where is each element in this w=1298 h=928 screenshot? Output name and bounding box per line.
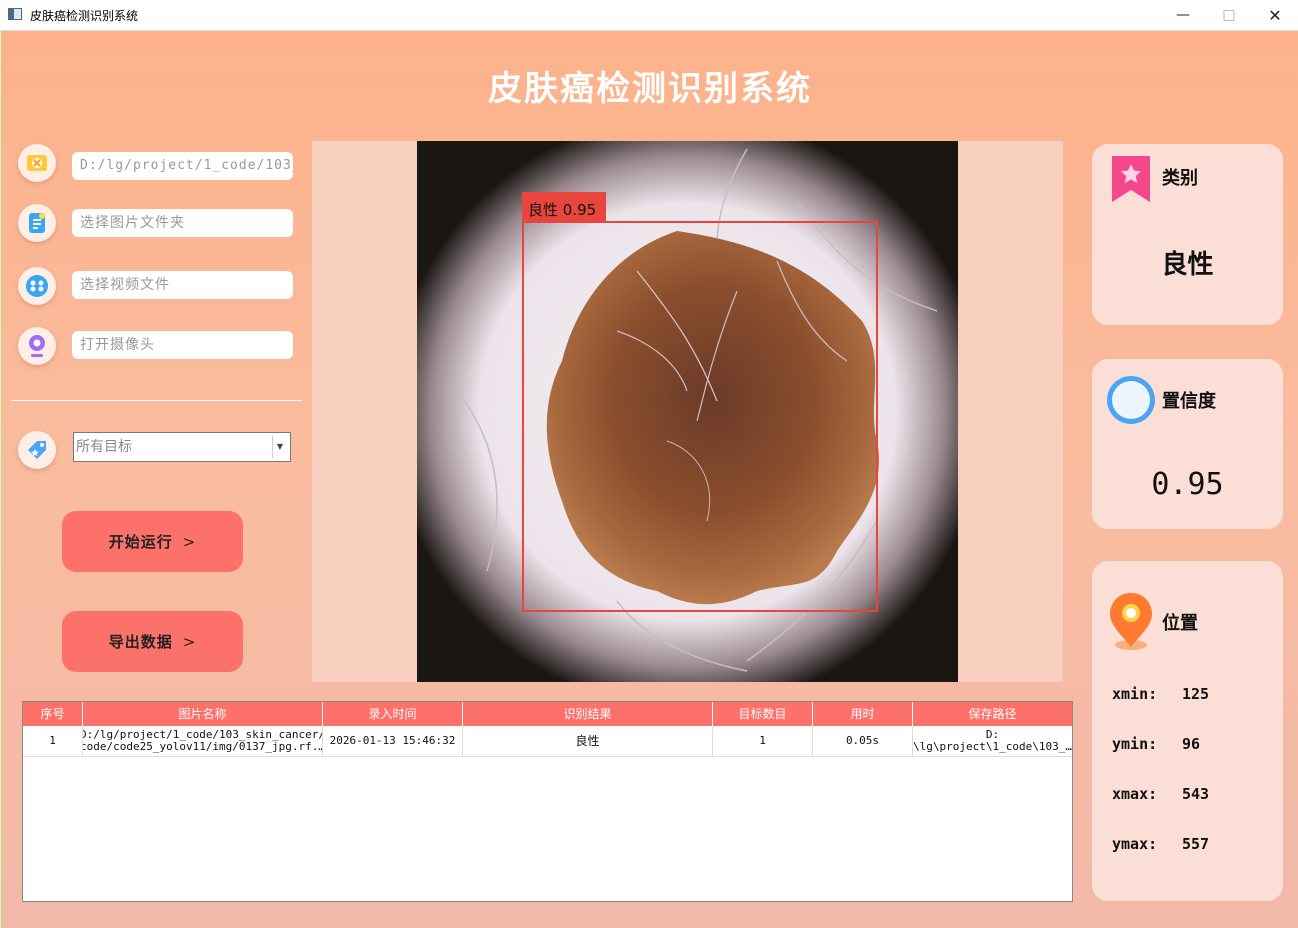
app-icon (8, 8, 22, 20)
ymax-row: ymax: 557 (1112, 835, 1209, 853)
category-card: 类别 良性 (1092, 144, 1283, 325)
sidebar-divider (11, 400, 302, 401)
ymax-label: ymax: (1112, 835, 1158, 853)
table-header: 序号 图片名称 录入时间 识别结果 目标数目 用时 保存路径 (23, 702, 1072, 726)
run-button[interactable]: 开始运行 > (62, 511, 243, 572)
cell-index: 1 (23, 726, 83, 756)
xmin-value: 125 (1182, 685, 1210, 703)
cell-name-line2: code/code25_yolov11/img/0137_jpg.rf.… (83, 740, 323, 753)
col-header-path[interactable]: 保存路径 (913, 702, 1072, 726)
cell-result: 良性 (463, 726, 713, 756)
position-card: 位置 xmin: 125 ymin: 96 xmax: 543 ymax: 557 (1092, 561, 1283, 901)
bookmark-star-icon (1108, 152, 1154, 210)
cell-name: D:/lg/project/1_code/103_skin_cancer/ co… (83, 726, 323, 756)
folder-field[interactable]: 选择图片文件夹 (72, 209, 293, 237)
cell-count: 1 (713, 726, 813, 756)
image-file-icon[interactable] (18, 144, 56, 182)
confidence-card: 置信度 0.95 (1092, 359, 1283, 529)
ymax-value: 557 (1182, 835, 1210, 853)
camera-field[interactable]: 打开摄像头 (72, 331, 293, 359)
position-title: 位置 (1162, 613, 1198, 634)
col-header-name[interactable]: 图片名称 (83, 702, 323, 726)
xmax-row: xmax: 543 (1112, 785, 1209, 803)
col-header-count[interactable]: 目标数目 (713, 702, 813, 726)
window-titlebar: 皮肤癌检测识别系统 — □ ✕ (0, 0, 1298, 31)
video-icon[interactable] (18, 267, 56, 305)
ymin-label: ymin: (1112, 735, 1158, 753)
xmin-label: xmin: (1112, 685, 1158, 703)
image-path-field[interactable]: D:/lg/project/1_code/103_skin_cancer/cod… (72, 152, 293, 180)
col-header-time[interactable]: 录入时间 (323, 702, 463, 726)
cell-path-line2: \lg\project\1_code\103_… (913, 740, 1072, 753)
image-viewer: 良性 0.95 (312, 141, 1063, 682)
chevron-right-icon: > (182, 632, 197, 651)
xmax-label: xmax: (1112, 785, 1158, 803)
app-body: 皮肤癌检测识别系统 D:/lg/project/1_code/103_skin_… (0, 31, 1298, 928)
maximize-button[interactable]: □ (1206, 0, 1252, 30)
export-button-label: 导出数据 (108, 633, 173, 651)
chevron-down-icon[interactable]: ▼ (272, 436, 287, 458)
chevron-right-icon: > (182, 532, 197, 551)
category-title: 类别 (1162, 168, 1198, 189)
folder-icon[interactable] (18, 204, 56, 242)
page-title: 皮肤癌检测识别系统 (488, 69, 812, 109)
camera-icon[interactable] (18, 327, 56, 365)
xmax-value: 543 (1182, 785, 1210, 803)
ymin-row: ymin: 96 (1112, 735, 1200, 753)
col-header-index[interactable]: 序号 (23, 702, 83, 726)
skin-lesion-image: 良性 0.95 (417, 141, 958, 682)
export-button[interactable]: 导出数据 > (62, 611, 243, 672)
location-pin-icon (1106, 589, 1156, 655)
run-button-label: 开始运行 (108, 533, 173, 551)
target-select-value: 所有目标 (76, 439, 132, 455)
category-value: 良性 (1161, 250, 1214, 280)
window-title: 皮肤癌检测识别系统 (30, 9, 139, 23)
table-row[interactable]: 1 D:/lg/project/1_code/103_skin_cancer/ … (23, 726, 1072, 757)
ring-icon (1104, 373, 1158, 431)
cell-time: 2026-01-13 15:46:32 (323, 726, 463, 756)
results-table[interactable]: 序号 图片名称 录入时间 识别结果 目标数目 用时 保存路径 1 D:/lg/p… (22, 701, 1073, 902)
detection-label: 良性 0.95 (528, 201, 597, 219)
close-button[interactable]: ✕ (1252, 0, 1298, 30)
confidence-title: 置信度 (1162, 391, 1216, 412)
video-field[interactable]: 选择视频文件 (72, 271, 293, 299)
xmin-row: xmin: 125 (1112, 685, 1209, 703)
tag-icon (18, 431, 56, 469)
minimize-button[interactable]: — (1160, 0, 1206, 30)
col-header-result[interactable]: 识别结果 (463, 702, 713, 726)
confidence-value: 0.95 (1151, 467, 1224, 502)
cell-duration: 0.05s (813, 726, 913, 756)
col-header-duration[interactable]: 用时 (813, 702, 913, 726)
cell-path: D: \lg\project\1_code\103_… (913, 726, 1072, 756)
ymin-value: 96 (1182, 735, 1201, 753)
target-select[interactable]: 所有目标 ▼ (73, 432, 291, 462)
